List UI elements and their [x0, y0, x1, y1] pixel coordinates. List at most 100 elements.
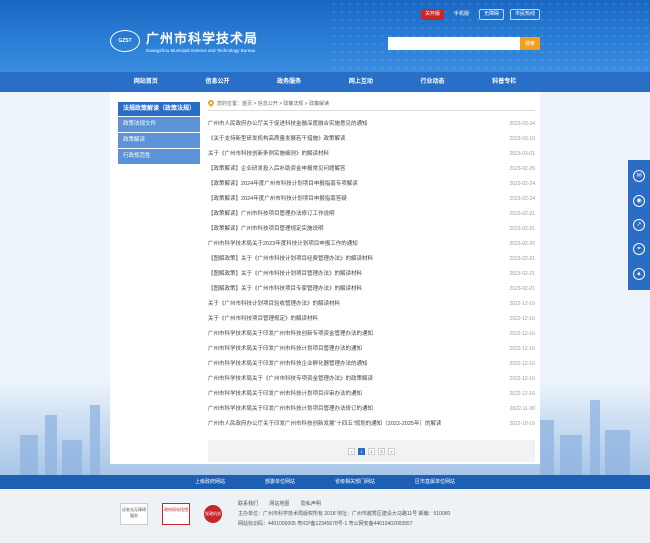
search-input[interactable]	[388, 37, 520, 50]
pagination: < 1 2 3 >	[208, 440, 535, 462]
pager-prev[interactable]: <	[348, 447, 355, 455]
share-icon[interactable]: ↗	[633, 218, 645, 231]
article-row[interactable]: 广州市科学技术局关于印发广州市科技计划项目管理办法修订的通知 2022-11-30	[208, 402, 535, 417]
top-icon[interactable]: ▲	[633, 267, 645, 280]
location-pin-icon	[208, 100, 214, 107]
sitemap-link[interactable]: 网站地图	[269, 501, 289, 507]
article-title[interactable]: 广州市科学技术局关于印发广州市科技企业孵化器管理办法的通知	[208, 357, 368, 372]
article-title[interactable]: 【政策解读】2024年度广州市科技计划项目申报指南答疑	[208, 192, 347, 207]
nav-home[interactable]: 网站首页	[110, 72, 182, 92]
weibo-icon[interactable]: ◉	[633, 194, 645, 207]
link-provincial[interactable]: 省级相关部门网站	[335, 475, 375, 489]
article-date: 2023-02-24	[509, 181, 535, 187]
article-title[interactable]: 广州市人民政府办公厅关于印发广州市科技创新发展“十四五”规划的通知（2022-2…	[208, 417, 441, 432]
article-date: 2023-03-24	[509, 121, 535, 127]
article-date: 2023-02-21	[509, 226, 535, 232]
search-bar: 搜索	[388, 37, 540, 50]
article-row[interactable]: 关于《广州市科技创新条例实施细则》的解读材料 2023-03-01	[208, 147, 535, 162]
care-version-link[interactable]: 关怀版	[420, 9, 444, 20]
article-title[interactable]: 关于《广州市科技项目管理规定》的解读材料	[208, 312, 318, 327]
link-icon[interactable]: ⚭	[633, 243, 645, 256]
nav-science[interactable]: 科普专栏	[468, 72, 540, 92]
site-name: 广州市科学技术局	[146, 32, 259, 47]
article-title[interactable]: 《关于支持新型研发机构高质量发展若干措施》政策解读	[208, 132, 346, 147]
article-title[interactable]: 【图解政策】关于《广州市科技项目专家管理办法》的解读材料	[208, 282, 362, 297]
sidebar-heading: 法规政策解读（政策法规）	[118, 102, 200, 116]
accessibility-badge[interactable]: 适老化无障碍服务	[120, 503, 148, 525]
error-report-badge[interactable]: 政府网站找错	[162, 503, 190, 525]
article-row[interactable]: 【政策解读】企业研发投入后补助资金申报常见问题解答 2023-02-25	[208, 162, 535, 177]
article-row[interactable]: 【政策解读】2024年度广州市科技计划项目申报指南专项解读 2023-02-24	[208, 177, 535, 192]
footer-text: 联系我们 网站地图 隐私声明 主办单位：广州市科学技术局版权所有 2018 地址…	[238, 499, 450, 529]
pager-next[interactable]: >	[388, 447, 395, 455]
article-title[interactable]: 关于《广州市科技计划项目验收管理办法》的解读材料	[208, 297, 340, 312]
article-title[interactable]: 广州市科学技术局关于印发广州市科技创新专项资金管理办法的通知	[208, 327, 373, 342]
article-row[interactable]: 【图解政策】关于《广州市科技计划项目经费管理办法》的解读材料 2023-02-21	[208, 252, 535, 267]
pager-page-1[interactable]: 1	[358, 447, 365, 455]
article-title[interactable]: 广州市人民政府办公厅关于促进科技金融深度融合实施意见的通知	[208, 117, 368, 132]
logo-badge-icon: GZST	[110, 29, 140, 52]
article-row[interactable]: 广州市科学技术局关于《广州市科技专项资金管理办法》的政策解读 2022-12-16	[208, 372, 535, 387]
article-date: 2022-12-16	[509, 346, 535, 352]
article-title[interactable]: 广州市科学技术局关于2023年度科技计划项目申报工作的通知	[208, 237, 358, 252]
article-title[interactable]: 【图解政策】关于《广州市科技计划项目管理办法》的解读材料	[208, 267, 362, 282]
article-date: 2023-02-24	[509, 196, 535, 202]
contact-link[interactable]: 联系我们	[238, 501, 258, 507]
nav-info-disclosure[interactable]: 信息公开	[182, 72, 254, 92]
mobile-version-link[interactable]: 手机版	[450, 9, 473, 20]
article-title[interactable]: 【政策解读】2024年度广州市科技计划项目申报指南专项解读	[208, 177, 358, 192]
article-row[interactable]: 【图解政策】关于《广州市科技计划项目管理办法》的解读材料 2023-02-21	[208, 267, 535, 282]
article-title[interactable]: 【图解政策】关于《广州市科技计划项目经费管理办法》的解读材料	[208, 252, 373, 267]
article-row[interactable]: 【政策解读】广州市科技项目管理规定实施说明 2023-02-21	[208, 222, 535, 237]
nav-industry[interactable]: 行业动态	[397, 72, 469, 92]
article-row[interactable]: 广州市人民政府办公厅关于促进科技金融深度融合实施意见的通知 2023-03-24	[208, 117, 535, 132]
article-row[interactable]: 广州市科学技术局关于印发广州市科技计划项目评审办法的通知 2022-12-16	[208, 387, 535, 402]
article-row[interactable]: 广州市科学技术局关于印发广州市科技创新专项资金管理办法的通知 2022-12-16	[208, 327, 535, 342]
float-toolbar: ✉ ◉ ↗ ⚭ ▲	[628, 160, 650, 290]
nav-gov-service[interactable]: 政务服务	[253, 72, 325, 92]
article-row[interactable]: 【图解政策】关于《广州市科技项目专家管理办法》的解读材料 2023-02-21	[208, 282, 535, 297]
article-date: 2023-02-21	[509, 286, 535, 292]
pager-page-2[interactable]: 2	[368, 447, 375, 455]
site-logo[interactable]: GZST 广州市科学技术局 Guangzhou Municipal Scienc…	[110, 28, 258, 53]
sidebar-item-policy-docs[interactable]: 政策法规文件	[118, 117, 200, 132]
link-superior-gov[interactable]: 上级政府网站	[195, 475, 225, 489]
nav-interaction[interactable]: 网上互动	[325, 72, 397, 92]
article-title[interactable]: 【政策解读】广州市科技项目管理办法修订工作说明	[208, 207, 335, 222]
search-button[interactable]: 搜索	[520, 37, 540, 50]
article-row[interactable]: 广州市科学技术局关于2023年度科技计划项目申报工作的通知 2023-02-20	[208, 237, 535, 252]
sidebar: 法规政策解读（政策法规） 政策法规文件 政策解读 行政规范性	[118, 102, 200, 164]
link-district[interactable]: 区市直属单位网站	[415, 475, 455, 489]
article-row[interactable]: 关于《广州市科技项目管理规定》的解读材料 2022-12-16	[208, 312, 535, 327]
article-date: 2022-12-16	[509, 301, 535, 307]
article-row[interactable]: 【政策解读】2024年度广州市科技计划项目申报指南答疑 2023-02-24	[208, 192, 535, 207]
sidebar-item-policy-interpretation[interactable]: 政策解读	[118, 133, 200, 148]
article-row[interactable]: 广州市科学技术局关于印发广州市科技企业孵化器管理办法的通知 2022-12-16	[208, 357, 535, 372]
footer-line-2: 网站标识码：4401000005 粤ICP备12345678号-1 粤公网安备4…	[238, 521, 413, 527]
article-title[interactable]: 广州市科学技术局关于印发广州市科技计划项目管理办法修订的通知	[208, 402, 373, 417]
sidebar-item-normative[interactable]: 行政规范性	[118, 149, 200, 164]
main-nav: 网站首页 信息公开 政务服务 网上互动 行业动态 科普专栏	[110, 72, 540, 92]
privacy-link[interactable]: 隐私声明	[301, 501, 321, 507]
article-title[interactable]: 【政策解读】广州市科技项目管理规定实施说明	[208, 222, 324, 237]
breadcrumb-text[interactable]: 您的位置：首页 > 信息公开 > 政策法规 > 政策解读	[217, 100, 329, 107]
article-list: 广州市人民政府办公厅关于促进科技金融深度融合实施意见的通知 2023-03-24 《…	[208, 117, 535, 432]
footer-line-1: 主办单位：广州市科学技术局版权所有 2018 地址：广州市越秀区建设大马路11号…	[238, 511, 451, 517]
article-row[interactable]: 《关于支持新型研发机构高质量发展若干措施》政策解读 2023-03-10	[208, 132, 535, 147]
pager-page-3[interactable]: 3	[378, 447, 385, 455]
article-row[interactable]: 【政策解读】广州市科技项目管理办法修订工作说明 2023-02-21	[208, 207, 535, 222]
article-row[interactable]: 广州市人民政府办公厅关于印发广州市科技创新发展“十四五”规划的通知（2022-2…	[208, 417, 535, 432]
article-title[interactable]: 广州市科学技术局关于《广州市科技专项资金管理办法》的政策解读	[208, 372, 373, 387]
article-date: 2022-12-16	[509, 316, 535, 322]
wechat-icon[interactable]: ✉	[633, 170, 645, 183]
article-title[interactable]: 广州市科学技术局关于印发广州市科技计划项目评审办法的通知	[208, 387, 362, 402]
hotline-link[interactable]: 市民热线	[509, 9, 540, 20]
article-title[interactable]: 【政策解读】企业研发投入后补助资金申报常见问题解答	[208, 162, 346, 177]
article-title[interactable]: 广州市科学技术局关于印发广州市科技计划项目管理办法的通知	[208, 342, 362, 357]
accessibility-link[interactable]: 无障碍	[478, 9, 504, 20]
article-row[interactable]: 关于《广州市科技计划项目验收管理办法》的解读材料 2022-12-16	[208, 297, 535, 312]
party-gov-badge[interactable]: 党政机关	[204, 505, 222, 523]
article-row[interactable]: 广州市科学技术局关于印发广州市科技计划项目管理办法的通知 2022-12-16	[208, 342, 535, 357]
link-ministries[interactable]: 部委单位网站	[265, 475, 295, 489]
article-title[interactable]: 关于《广州市科技创新条例实施细则》的解读材料	[208, 147, 329, 162]
